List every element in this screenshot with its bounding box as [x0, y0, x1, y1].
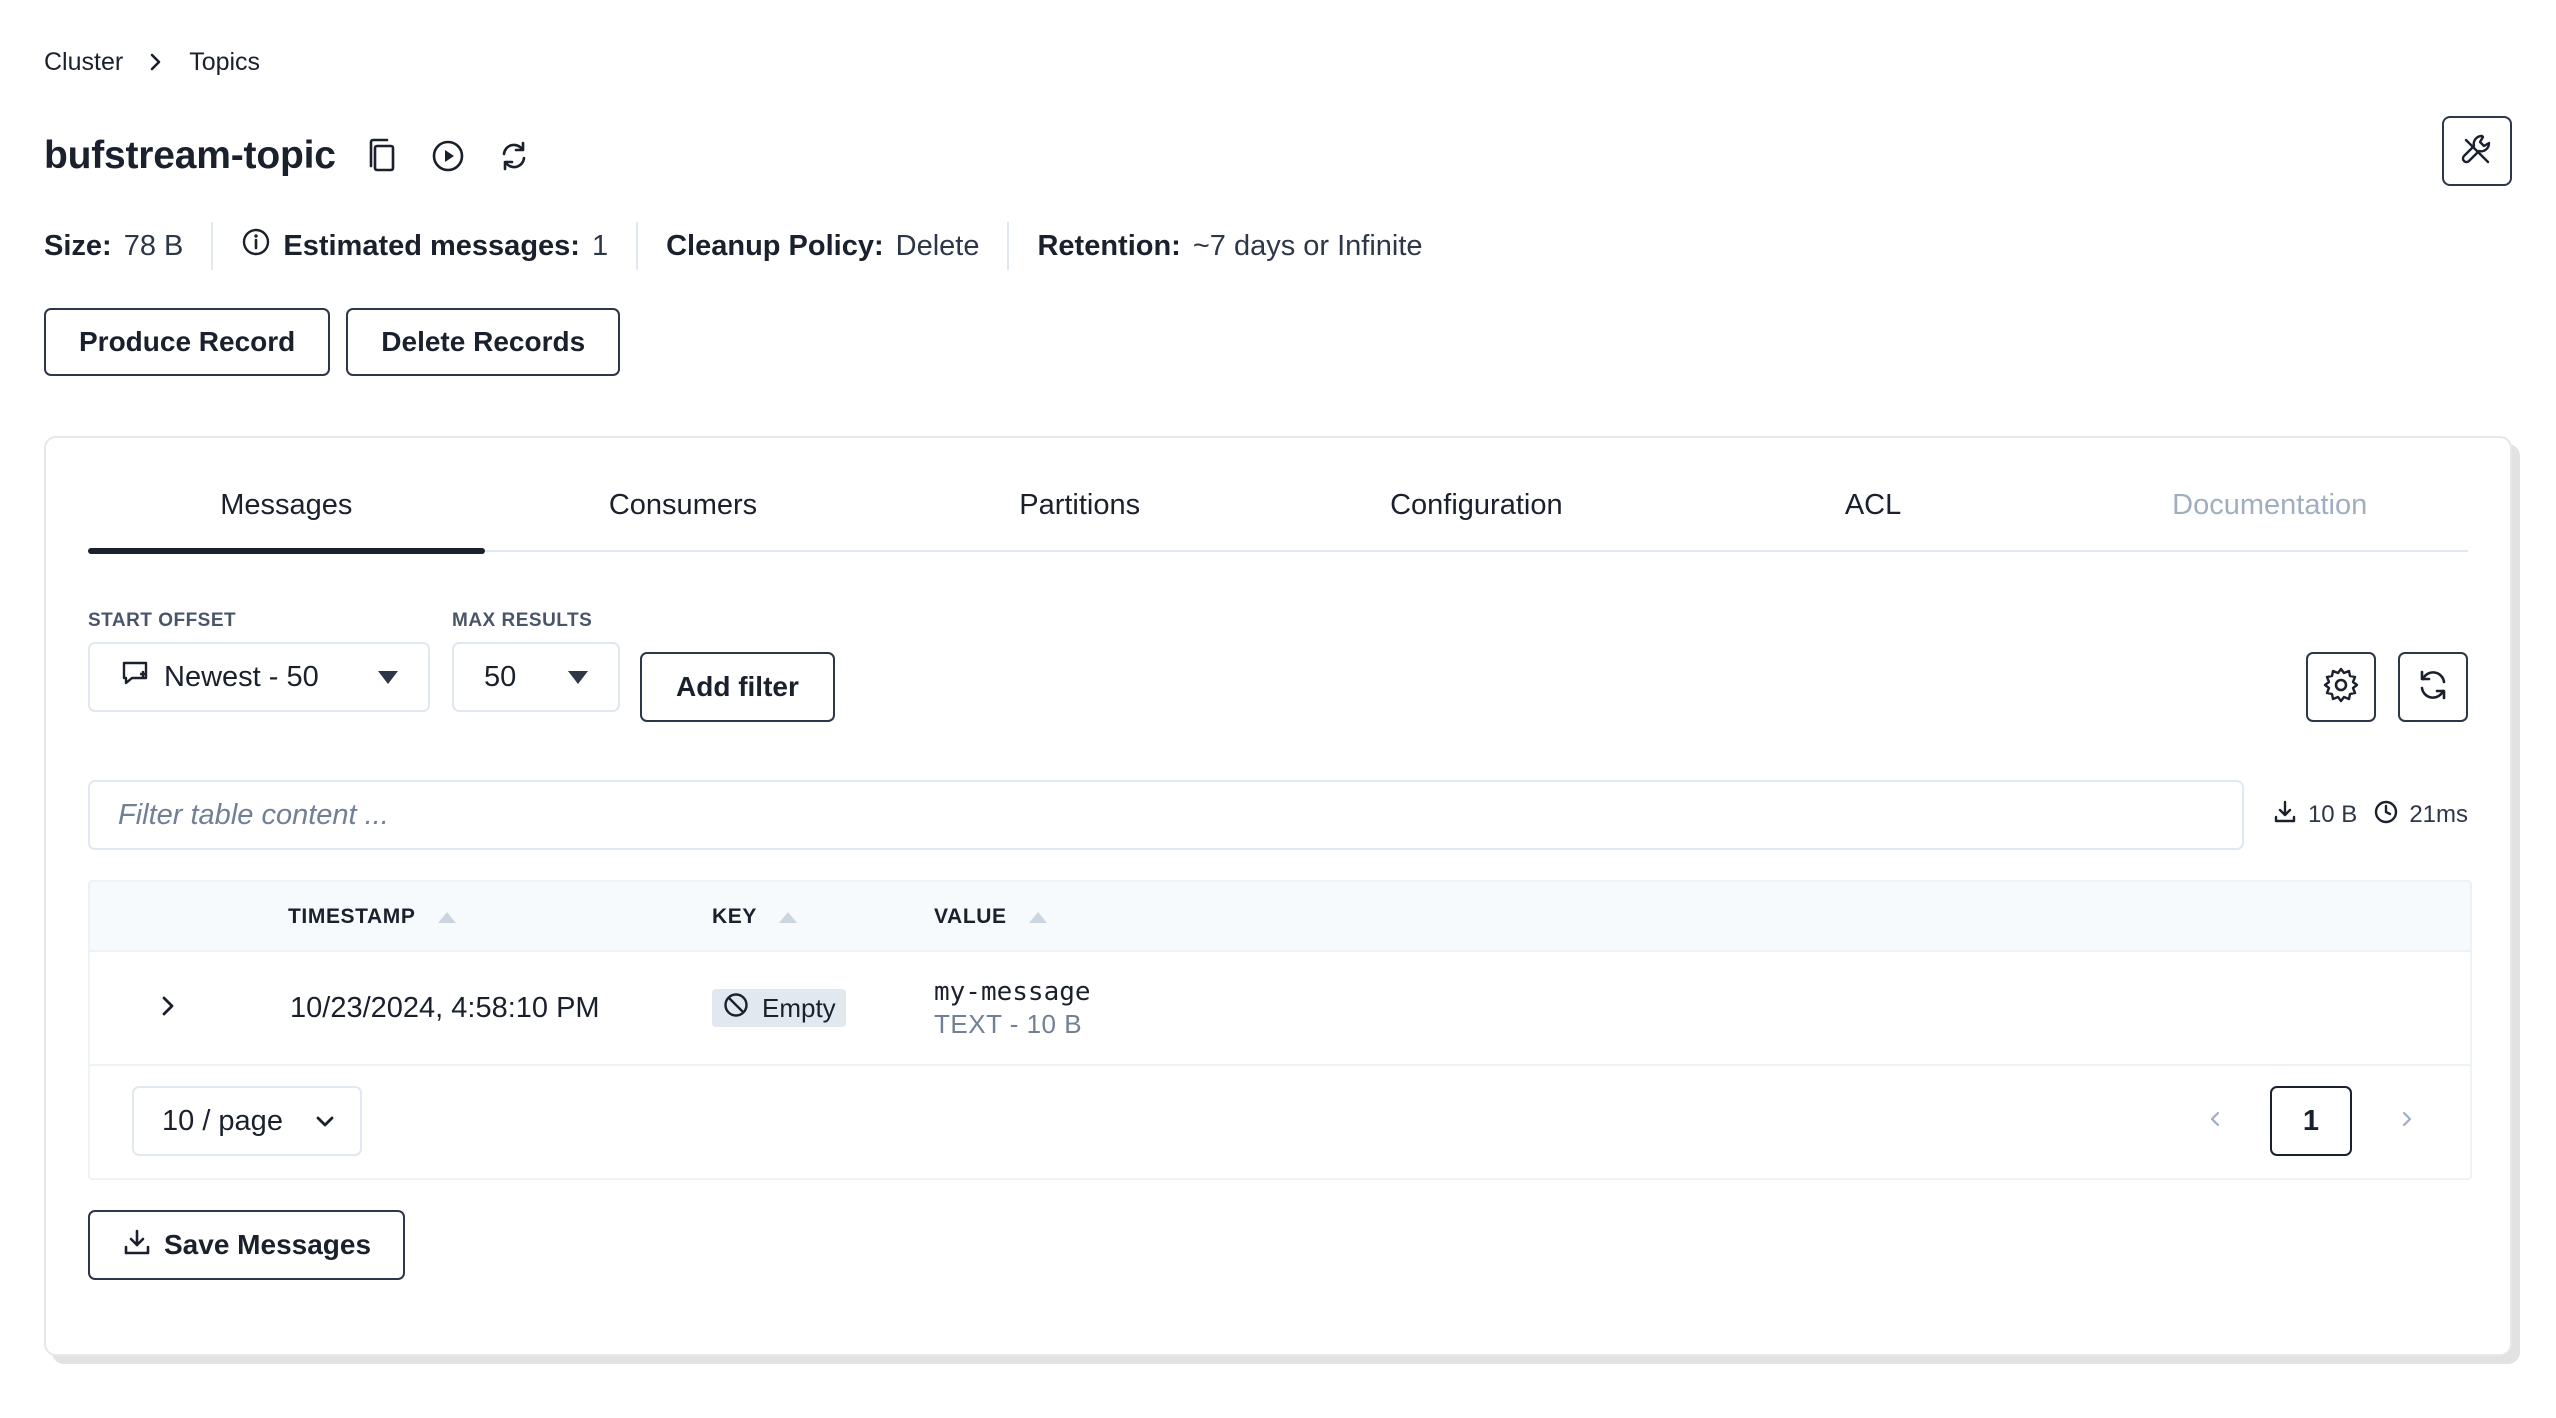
messages-table: TIMESTAMP KEY VALUE 10/23/2024, 4:58:10 …: [88, 880, 2472, 1180]
tab-consumers[interactable]: Consumers: [485, 480, 882, 550]
stat-size-value: 78 B: [123, 229, 184, 262]
page-size-select[interactable]: 10 / page: [132, 1086, 362, 1156]
tab-messages[interactable]: Messages: [88, 480, 485, 554]
tab-acl[interactable]: ACL: [1675, 480, 2072, 550]
row-timestamp: 10/23/2024, 4:58:10 PM: [290, 991, 600, 1024]
row-value-text: my-message: [934, 976, 1091, 1007]
clock-icon: [2373, 799, 2399, 832]
page-number-button[interactable]: 1: [2270, 1086, 2352, 1156]
fetch-time: 21ms: [2409, 801, 2468, 828]
row-key: Empty: [712, 952, 846, 1064]
add-filter-button[interactable]: Add filter: [640, 652, 835, 722]
copy-icon[interactable]: [360, 134, 404, 178]
column-key-label: KEY: [712, 905, 757, 928]
message-controls: START OFFSET Newest - 50 MAX RESULTS 50: [88, 610, 2468, 722]
sort-icon: [437, 911, 456, 923]
save-messages-button[interactable]: Save Messages: [88, 1210, 406, 1280]
chevron-right-icon: [149, 52, 163, 72]
column-timestamp-label: TIMESTAMP: [288, 905, 416, 928]
settings-button[interactable]: [2306, 652, 2376, 722]
caret-down-icon: [568, 670, 588, 684]
stat-cleanup-label: Cleanup Policy:: [666, 229, 884, 262]
sort-icon: [778, 911, 797, 923]
topic-tabs: Messages Consumers Partitions Configurat…: [88, 480, 2468, 554]
refresh-icon: [2415, 667, 2451, 708]
next-page-icon[interactable]: [2400, 1109, 2414, 1134]
table-footer: 10 / page 1: [90, 1066, 2470, 1178]
pagination: 1: [2208, 1086, 2414, 1156]
row-value-meta: TEXT - 10 B: [934, 1008, 1083, 1039]
sort-icon: [1028, 911, 1047, 923]
start-offset-field: START OFFSET Newest - 50: [88, 610, 430, 712]
empty-key-badge: Empty: [712, 989, 846, 1027]
stat-cleanup: Cleanup Policy: Delete: [636, 222, 1007, 270]
filter-table-input[interactable]: [88, 780, 2244, 850]
info-icon[interactable]: [241, 227, 271, 265]
start-offset-display: Newest - 50: [120, 658, 319, 696]
topic-page: Cluster Topics bufstream-topic Size: 78 …: [0, 0, 2556, 1418]
messages-card: Messages Consumers Partitions Configurat…: [44, 436, 2512, 1356]
table-header: TIMESTAMP KEY VALUE: [90, 882, 2470, 952]
tab-documentation: Documentation: [2172, 489, 2368, 521]
breadcrumb: Cluster Topics: [44, 44, 2512, 80]
stat-size-label: Size:: [44, 229, 112, 262]
column-timestamp[interactable]: TIMESTAMP: [288, 882, 456, 952]
stat-size: Size: 78 B: [44, 222, 211, 270]
fetch-stats: 10 B 21ms: [2272, 780, 2468, 850]
row-value: my-message TEXT - 10 B: [934, 952, 1091, 1064]
chevron-right-icon: [158, 993, 178, 1024]
start-offset-select[interactable]: Newest - 50: [88, 642, 430, 712]
expand-row-button[interactable]: [158, 952, 178, 1064]
stat-retention-label: Retention:: [1037, 229, 1181, 262]
row-value-block: my-message TEXT - 10 B: [934, 977, 1091, 1040]
refresh-icon[interactable]: [492, 134, 536, 178]
max-results-label: MAX RESULTS: [452, 610, 593, 631]
max-results-field: MAX RESULTS 50: [452, 610, 620, 712]
tab-configuration[interactable]: Configuration: [1278, 480, 1675, 550]
title-row: bufstream-topic: [44, 116, 2512, 186]
play-circle-icon[interactable]: [426, 134, 470, 178]
tab-partitions[interactable]: Partitions: [881, 480, 1278, 550]
stat-retention-value: ~7 days or Infinite: [1192, 229, 1423, 262]
ban-icon: [722, 991, 750, 1026]
start-offset-value: Newest - 50: [164, 660, 319, 693]
column-key[interactable]: KEY: [712, 882, 797, 952]
wrench-button[interactable]: [2442, 116, 2512, 186]
stat-messages-label: Estimated messages:: [283, 229, 580, 262]
wrench-icon: [2460, 132, 2494, 171]
delete-records-button[interactable]: Delete Records: [346, 308, 621, 376]
gear-icon: [2322, 666, 2360, 709]
table-row[interactable]: 10/23/2024, 4:58:10 PM Empty my-message …: [90, 952, 2470, 1066]
topic-stats: Size: 78 B Estimated messages: 1 Cleanup…: [44, 222, 2512, 270]
column-value-label: VALUE: [934, 905, 1007, 928]
breadcrumb-topics[interactable]: Topics: [189, 48, 260, 77]
stat-cleanup-value: Delete: [895, 229, 980, 262]
download-icon: [122, 1227, 152, 1264]
message-start-icon: [120, 658, 150, 696]
column-value[interactable]: VALUE: [934, 882, 1047, 952]
produce-record-button[interactable]: Produce Record: [44, 308, 331, 376]
page-title: bufstream-topic: [44, 134, 336, 177]
row-key-text: Empty: [762, 992, 836, 1023]
start-offset-label: START OFFSET: [88, 610, 237, 631]
page-size-value: 10 / page: [162, 1104, 283, 1137]
stat-messages: Estimated messages: 1: [211, 222, 636, 270]
save-messages-label: Save Messages: [164, 1229, 372, 1260]
refresh-messages-button[interactable]: [2398, 652, 2468, 722]
chevron-down-icon: [314, 1105, 336, 1138]
stat-messages-value: 1: [591, 229, 609, 262]
max-results-select[interactable]: 50: [452, 642, 620, 712]
download-icon: [2272, 799, 2298, 832]
fetched-bytes: 10 B: [2307, 801, 2358, 828]
filter-row: 10 B 21ms: [88, 780, 2468, 850]
breadcrumb-cluster[interactable]: Cluster: [44, 48, 123, 77]
topic-actions: Produce Record Delete Records: [44, 308, 2512, 376]
caret-down-icon: [378, 670, 398, 684]
prev-page-icon[interactable]: [2208, 1109, 2222, 1134]
stat-retention: Retention: ~7 days or Infinite: [1007, 222, 1450, 270]
max-results-value: 50: [484, 660, 517, 693]
